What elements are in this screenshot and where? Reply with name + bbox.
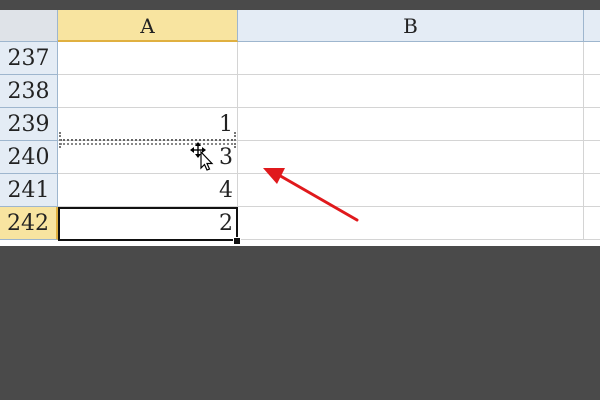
- row-header-240[interactable]: 240: [0, 141, 58, 174]
- row-header-238[interactable]: 238: [0, 75, 58, 108]
- fill-handle[interactable]: [233, 237, 241, 245]
- cell-b237[interactable]: [238, 42, 584, 75]
- cell-b238[interactable]: [238, 75, 584, 108]
- row-header-241[interactable]: 241: [0, 174, 58, 207]
- cell-c240[interactable]: [584, 141, 600, 174]
- red-arrow-annotation: [263, 168, 359, 222]
- cell-c238[interactable]: [584, 75, 600, 108]
- drag-indicator-right: [234, 132, 239, 148]
- move-cursor-icon: [190, 142, 214, 171]
- cell-c241[interactable]: [584, 174, 600, 207]
- cell-b239[interactable]: [238, 108, 584, 141]
- cell-a237[interactable]: [58, 42, 238, 75]
- cell-a242[interactable]: 2: [58, 207, 238, 240]
- select-all-corner[interactable]: [0, 10, 58, 42]
- column-header-a[interactable]: A: [58, 10, 238, 42]
- cell-a239[interactable]: 1: [58, 108, 238, 141]
- cell-a241[interactable]: 4: [58, 174, 238, 207]
- column-header-b[interactable]: B: [238, 10, 584, 42]
- column-header-c[interactable]: [584, 10, 600, 42]
- drag-indicator-left: [59, 132, 64, 148]
- cell-c239[interactable]: [584, 108, 600, 141]
- cell-a238[interactable]: [58, 75, 238, 108]
- cell-c237[interactable]: [584, 42, 600, 75]
- row-header-242[interactable]: 242: [0, 207, 58, 240]
- cell-c242[interactable]: [584, 207, 600, 240]
- top-strip: [0, 0, 600, 10]
- row-header-237[interactable]: 237: [0, 42, 58, 75]
- row-header-239[interactable]: 239: [0, 108, 58, 141]
